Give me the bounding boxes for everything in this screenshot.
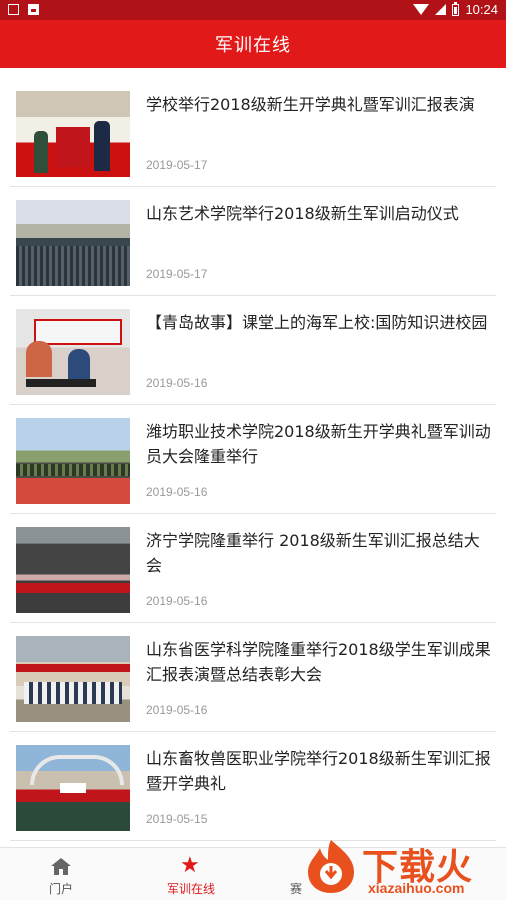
news-thumbnail[interactable]: [16, 418, 130, 504]
news-list[interactable]: 学校举行2018级新生开学典礼暨军训汇报表演 2019-05-17 山东艺术学院…: [0, 78, 506, 841]
news-title[interactable]: 山东省医学科学院隆重举行2018级学生军训成果汇报表演暨总结表彰大会: [146, 637, 492, 687]
news-title[interactable]: 潍坊职业技术学院2018级新生开学典礼暨军训动员大会隆重举行: [146, 419, 492, 469]
news-thumbnail[interactable]: [16, 527, 130, 613]
news-item[interactable]: 【青岛故事】课堂上的海军上校:国防知识进校园 2019-05-16: [10, 296, 496, 405]
news-title[interactable]: 学校举行2018级新生开学典礼暨军训汇报表演: [146, 92, 492, 117]
news-date: 2019-05-16: [146, 376, 208, 390]
watermark-url: xiazaihuo.com: [368, 880, 465, 896]
news-item[interactable]: 学校举行2018级新生开学典礼暨军训汇报表演 2019-05-17: [10, 78, 496, 187]
status-bar: 10:24: [0, 0, 506, 20]
app-bar: 军训在线: [0, 20, 506, 68]
wifi-icon: [413, 4, 430, 15]
page-title: 军训在线: [215, 35, 291, 56]
signal-icon: [435, 4, 447, 15]
nav-label: 军训在线: [166, 882, 215, 896]
home-icon: [51, 858, 71, 875]
news-date: 2019-05-17: [146, 158, 208, 172]
news-date: 2019-05-16: [146, 485, 208, 499]
notification-icon: [8, 4, 19, 15]
news-thumbnail[interactable]: [16, 745, 130, 831]
news-thumbnail[interactable]: [16, 309, 130, 395]
nav-item-military-training[interactable]: ★ 军训在线: [136, 848, 246, 901]
news-title[interactable]: 【青岛故事】课堂上的海军上校:国防知识进校园: [146, 310, 492, 335]
flame-logo-icon: [308, 840, 354, 893]
image-icon: [28, 4, 39, 15]
news-title[interactable]: 济宁学院隆重举行 2018级新生军训汇报总结大会: [146, 528, 492, 578]
news-title[interactable]: 山东艺术学院举行2018级新生军训启动仪式: [146, 201, 492, 226]
news-title[interactable]: 山东畜牧兽医职业学院举行2018级新生军训汇报暨开学典礼: [146, 746, 492, 796]
battery-icon: [452, 1, 460, 16]
news-thumbnail[interactable]: [16, 636, 130, 722]
news-thumbnail[interactable]: [16, 200, 130, 286]
star-icon: ★: [180, 853, 200, 878]
nav-label: 门户: [48, 882, 73, 896]
news-item[interactable]: 山东艺术学院举行2018级新生军训启动仪式 2019-05-17: [10, 187, 496, 296]
news-thumbnail[interactable]: [16, 91, 130, 177]
status-time: 10:24: [465, 2, 498, 17]
news-item[interactable]: 山东省医学科学院隆重举行2018级学生军训成果汇报表演暨总结表彰大会 2019-…: [10, 623, 496, 732]
news-item[interactable]: 济宁学院隆重举行 2018级新生军训汇报总结大会 2019-05-16: [10, 514, 496, 623]
news-date: 2019-05-15: [146, 812, 208, 826]
watermark: 下载火 xiazaihuo.com: [300, 834, 506, 900]
news-date: 2019-05-17: [146, 267, 208, 281]
nav-item-portal[interactable]: 门户: [6, 848, 116, 901]
news-date: 2019-05-16: [146, 703, 208, 717]
news-item[interactable]: 潍坊职业技术学院2018级新生开学典礼暨军训动员大会隆重举行 2019-05-1…: [10, 405, 496, 514]
news-item[interactable]: 山东畜牧兽医职业学院举行2018级新生军训汇报暨开学典礼 2019-05-15: [10, 732, 496, 841]
news-date: 2019-05-16: [146, 594, 208, 608]
